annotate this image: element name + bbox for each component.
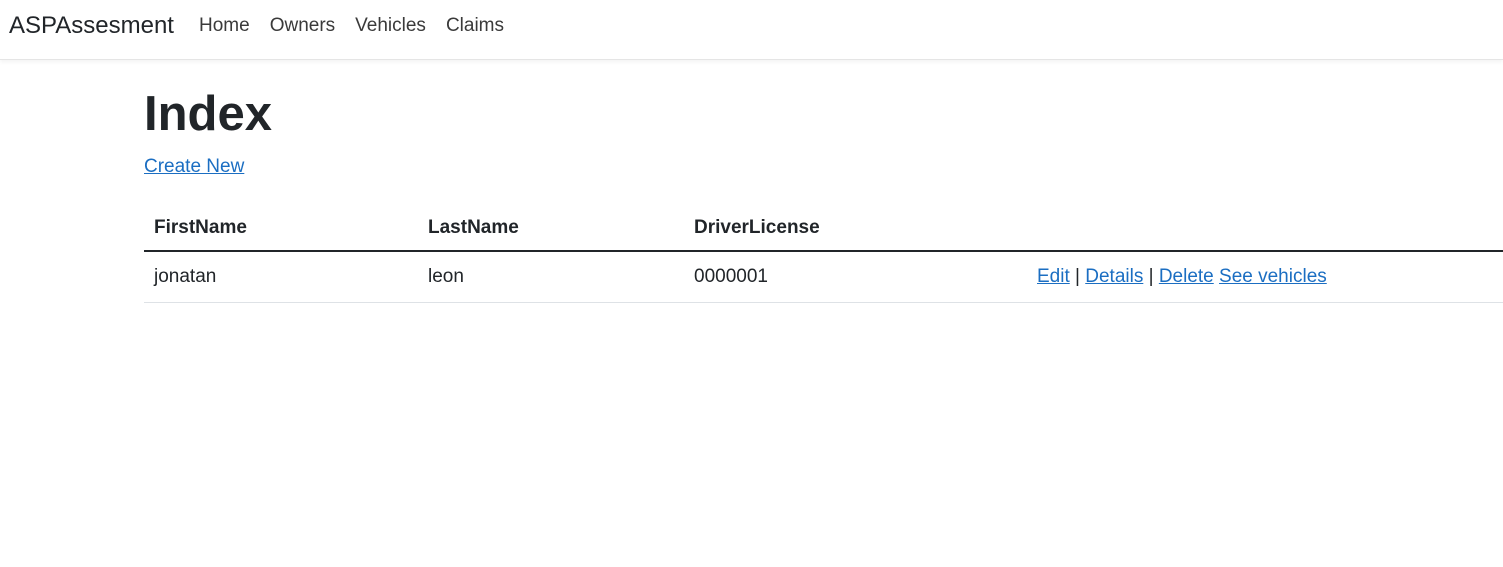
header-firstname: FirstName xyxy=(144,205,418,252)
cell-actions: Edit | Details | Delete See vehicles xyxy=(1027,251,1503,303)
header-lastname: LastName xyxy=(418,205,684,252)
header-driverlicense: DriverLicense xyxy=(684,205,1027,252)
see-vehicles-link[interactable]: See vehicles xyxy=(1219,266,1327,287)
cell-driverlicense: 0000001 xyxy=(684,251,1027,303)
create-new-link[interactable]: Create New xyxy=(144,155,244,179)
table-row: jonatan leon 0000001 Edit | Details | De… xyxy=(144,251,1503,303)
table-header-row: FirstName LastName DriverLicense xyxy=(144,205,1503,252)
nav-item-owners[interactable]: Owners xyxy=(270,15,335,37)
owners-table: FirstName LastName DriverLicense jonatan… xyxy=(144,205,1503,303)
nav-item-home[interactable]: Home xyxy=(199,15,250,37)
delete-link[interactable]: Delete xyxy=(1159,266,1214,287)
header-actions xyxy=(1027,205,1503,252)
nav-links: Home Owners Vehicles Claims xyxy=(199,15,524,37)
cell-firstname: jonatan xyxy=(144,251,418,303)
details-link[interactable]: Details xyxy=(1085,266,1143,287)
nav-item-claims[interactable]: Claims xyxy=(446,15,504,37)
brand-link[interactable]: ASPAssesment xyxy=(9,12,174,40)
cell-lastname: leon xyxy=(418,251,684,303)
nav-item-vehicles[interactable]: Vehicles xyxy=(355,15,426,37)
edit-link[interactable]: Edit xyxy=(1037,266,1070,287)
page-title: Index xyxy=(144,87,272,141)
separator: | xyxy=(1148,265,1154,287)
top-navbar: ASPAssesment Home Owners Vehicles Claims xyxy=(0,0,1503,60)
separator: | xyxy=(1075,265,1080,287)
